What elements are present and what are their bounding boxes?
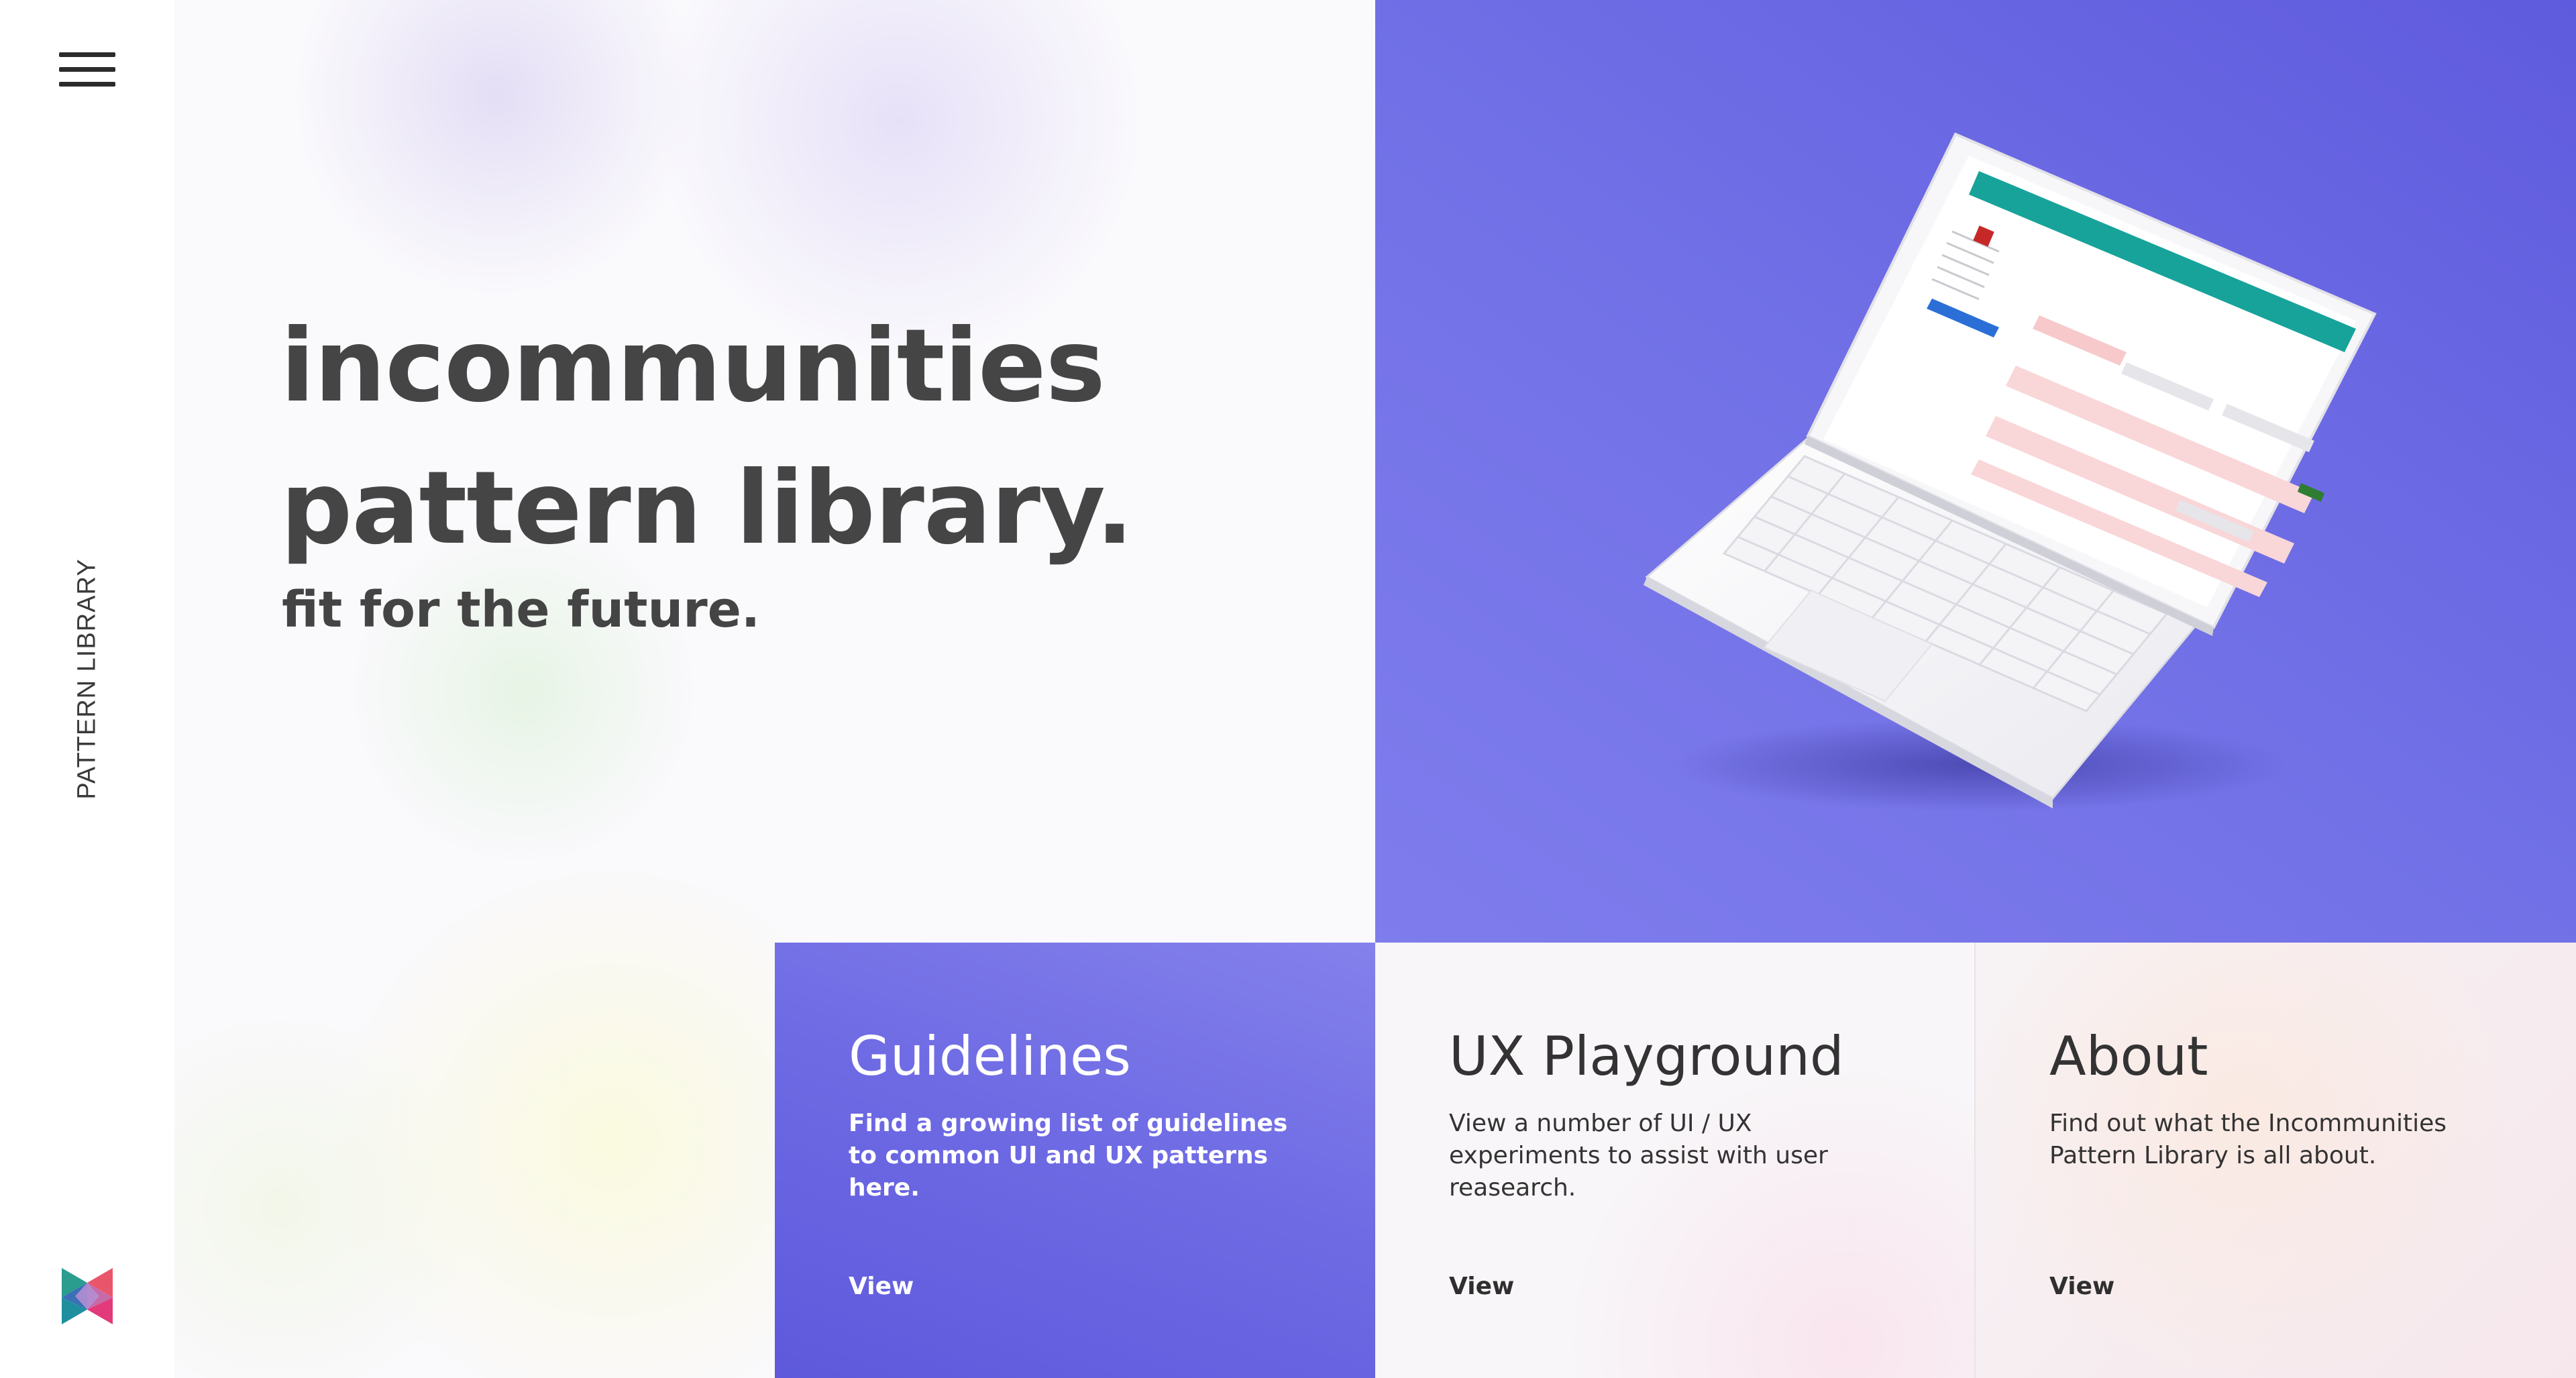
card-guidelines-title: Guidelines bbox=[849, 1025, 1131, 1088]
card-guidelines-view-link[interactable]: View bbox=[849, 1273, 914, 1300]
card-ux-playground-view-link[interactable]: View bbox=[1449, 1273, 1514, 1300]
device-showcase-panel bbox=[1375, 0, 2576, 943]
menu-icon[interactable] bbox=[59, 50, 115, 90]
card-guidelines[interactable]: Guidelines Find a growing list of guidel… bbox=[775, 943, 1375, 1378]
hero-tagline: fit for the future. bbox=[282, 581, 761, 639]
card-about-view-link[interactable]: View bbox=[2049, 1273, 2114, 1300]
side-rail-label: PATTERN LIBRARY bbox=[72, 558, 101, 800]
hero-title-line1: incommunities bbox=[280, 308, 1106, 425]
card-about-title: About bbox=[2049, 1025, 2208, 1088]
hero-title: incommunities pattern library. bbox=[280, 295, 1134, 580]
card-about-description: Find out what the Incommunities Pattern … bbox=[2049, 1110, 2447, 1169]
home-page: PATTERN LIBRARY incommunities pattern li… bbox=[0, 0, 2576, 1378]
laptop-mockup bbox=[1644, 132, 2377, 812]
brand-logo[interactable] bbox=[62, 1268, 113, 1324]
card-ux-playground[interactable]: UX Playground View a number of UI / UX e… bbox=[1375, 943, 1976, 1378]
side-rail: PATTERN LIBRARY bbox=[0, 0, 174, 1378]
card-guidelines-description: Find a growing list of guidelines to com… bbox=[849, 1110, 1288, 1202]
card-about[interactable]: About Find out what the Incommunities Pa… bbox=[1976, 943, 2576, 1378]
card-ux-playground-description: View a number of UI / UX experiments to … bbox=[1449, 1110, 1828, 1202]
hero-title-line2: pattern library. bbox=[280, 450, 1134, 567]
card-ux-playground-title: UX Playground bbox=[1449, 1025, 1844, 1088]
